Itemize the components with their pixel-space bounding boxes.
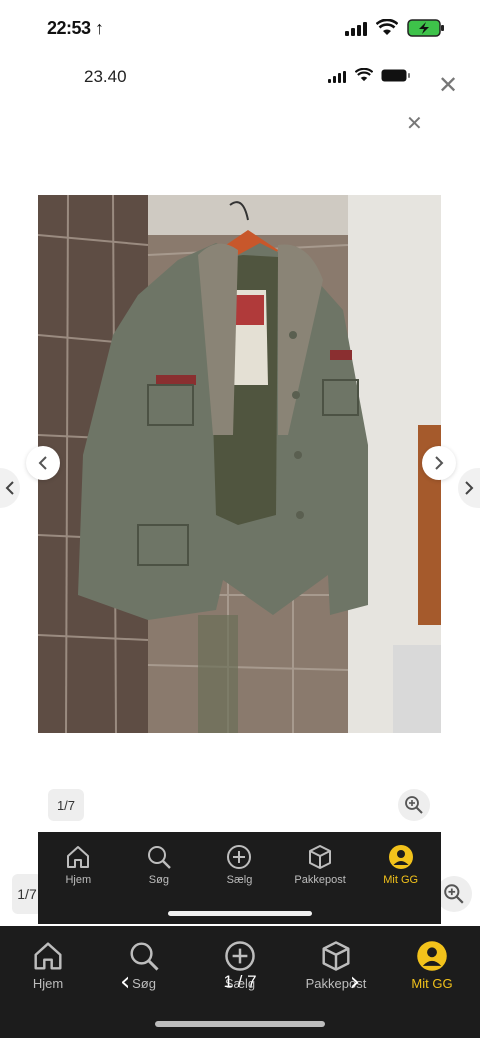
zoom-button[interactable]: [398, 789, 430, 821]
nav-home[interactable]: Hjem: [0, 940, 96, 1038]
jacket-photo-image: [38, 195, 441, 733]
previous-image-arrow[interactable]: [26, 446, 60, 480]
outer-next-arrow[interactable]: [458, 468, 480, 508]
carousel-prev-icon[interactable]: ‹: [120, 967, 130, 997]
outer-image-counter-text: 1/7: [17, 886, 37, 902]
close-icon[interactable]: ✕: [438, 73, 458, 97]
battery-charging-icon: [407, 19, 444, 37]
inner-nav-profile-label: Mit GG: [383, 874, 419, 886]
inner-nav-search-label: Søg: [148, 874, 169, 886]
nav-profile[interactable]: Mit GG: [384, 940, 480, 1038]
carousel-controls: ‹ 1 / 7 ›: [120, 967, 360, 997]
chevron-left-icon: [38, 456, 47, 470]
outer-zoom-button[interactable]: [436, 876, 472, 912]
inner-status-time: 23.40: [84, 67, 127, 86]
status-bar: 22:53 ↑: [0, 0, 480, 58]
outer-chevron-left-icon: [5, 481, 14, 495]
nav-home-label: Hjem: [32, 976, 64, 991]
carousel-counter: 1 / 7: [223, 972, 257, 991]
package-icon: [309, 845, 332, 869]
signal-icon: [345, 22, 367, 36]
inner-nav-profile[interactable]: Mit GG: [360, 844, 441, 924]
inner-battery-icon: [381, 69, 410, 82]
home-icon: [67, 846, 90, 868]
inner-nav-sell-label: Sælg: [226, 874, 253, 886]
inner-signal-icon: [328, 71, 346, 83]
plus-circle-icon: [227, 845, 252, 869]
user-circle-icon: [388, 845, 413, 869]
inner-nav-package-label: Pakkepost: [294, 874, 346, 886]
next-image-arrow[interactable]: [422, 446, 456, 480]
inner-nav-home[interactable]: Hjem: [38, 844, 119, 924]
carousel-next-icon[interactable]: ›: [350, 967, 360, 997]
inner-nav-home-label: Hjem: [65, 874, 92, 886]
outer-previous-arrow[interactable]: [0, 468, 20, 508]
wifi-icon: [376, 19, 398, 35]
status-time: 22:53 ↑: [47, 18, 104, 38]
close-gallery-icon[interactable]: ✕: [406, 113, 423, 133]
home-icon: [34, 942, 62, 970]
zoom-in-icon: [405, 796, 423, 814]
user-circle-icon: [417, 941, 447, 971]
outer-zoom-in-icon: [444, 884, 464, 904]
chevron-right-icon: [435, 456, 444, 470]
search-icon: [147, 846, 171, 869]
inner-wifi-icon: [355, 68, 373, 82]
home-indicator: [155, 1021, 325, 1027]
image-counter-text: 1/7: [56, 797, 76, 813]
image-counter: 1/7: [48, 789, 84, 821]
inner-home-indicator: [168, 911, 312, 916]
product-photo[interactable]: [38, 195, 441, 733]
outer-chevron-right-icon: [465, 481, 474, 495]
nav-profile-label: Mit GG: [411, 976, 453, 991]
